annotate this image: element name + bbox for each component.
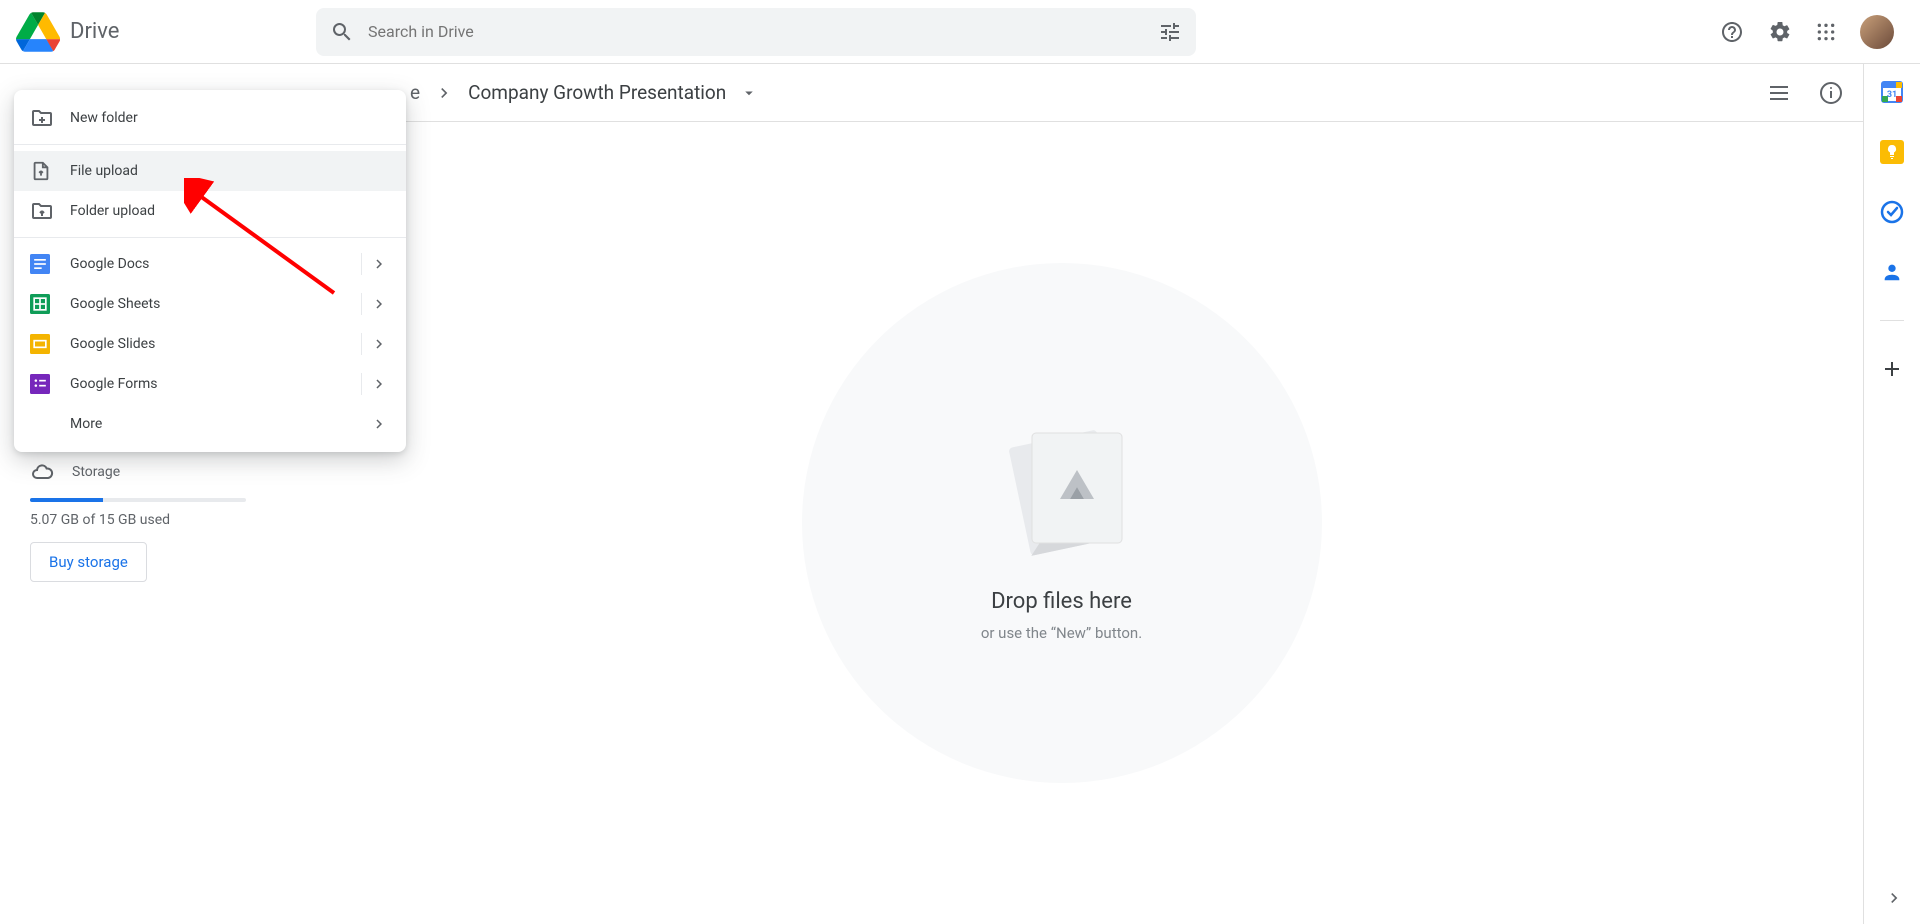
search-input[interactable] [368,22,1158,41]
folder-upload-icon [30,199,70,223]
apps-grid-icon[interactable] [1816,22,1836,42]
menu-google-sheets[interactable]: Google Sheets [14,284,406,324]
search-bar[interactable] [316,8,1196,56]
cloud-icon [30,460,54,484]
search-icon [330,20,354,44]
menu-label: Google Sheets [70,296,160,312]
menu-folder-upload[interactable]: Folder upload [14,191,406,231]
new-menu: New folder File upload Folder upload Goo… [14,90,406,452]
storage-used-text: 5.07 GB of 15 GB used [30,512,250,528]
chevron-right-icon [370,335,388,353]
google-docs-icon [30,254,70,274]
menu-label: More [70,416,102,432]
chevron-right-icon [370,415,388,433]
menu-google-forms[interactable]: Google Forms [14,364,406,404]
breadcrumb-dropdown-icon[interactable] [740,84,758,102]
drive-logo-icon [16,12,60,52]
menu-label: New folder [70,110,138,126]
tasks-app-icon[interactable] [1880,200,1904,224]
google-forms-icon [30,374,70,394]
sidebar-storage-row[interactable]: Storage [30,460,250,484]
menu-new-folder[interactable]: New folder [14,98,406,138]
chevron-right-icon [370,375,388,393]
new-folder-icon [30,106,70,130]
main-area: e Company Growth Presentation [260,64,1864,924]
side-panel-collapse-icon[interactable] [1884,888,1904,908]
details-info-icon[interactable] [1819,81,1843,105]
contacts-app-icon[interactable] [1880,260,1904,284]
file-upload-icon [30,160,70,182]
google-slides-icon [30,334,70,354]
header: Drive [0,0,1920,64]
menu-label: Google Forms [70,376,158,392]
keep-app-icon[interactable] [1880,140,1904,164]
menu-label: Google Docs [70,256,149,272]
svg-text:31: 31 [1887,90,1897,100]
app-name: Drive [70,19,119,44]
search-options-icon[interactable] [1158,20,1182,44]
empty-files-illustration-icon [982,405,1142,565]
calendar-app-icon[interactable]: 31 [1880,80,1904,104]
menu-google-docs[interactable]: Google Docs [14,244,406,284]
side-panel: 31 [1864,64,1920,924]
app-logo-block[interactable]: Drive [16,12,266,52]
breadcrumb: e Company Growth Presentation [410,81,758,104]
chevron-right-icon [370,255,388,273]
account-avatar[interactable] [1860,15,1894,49]
header-actions [1720,15,1894,49]
breadcrumb-truncated[interactable]: e [410,81,420,104]
storage-label: Storage [72,464,120,480]
help-icon[interactable] [1720,20,1744,44]
breadcrumb-current[interactable]: Company Growth Presentation [468,81,726,104]
google-sheets-icon [30,294,70,314]
empty-state-title: Drop files here [991,589,1132,614]
menu-more[interactable]: More [14,404,406,444]
settings-icon[interactable] [1768,20,1792,44]
empty-state-subtitle: or use the “New” button. [981,624,1142,642]
storage-progress-bar [30,498,246,502]
add-app-icon[interactable] [1880,357,1904,381]
buy-storage-button[interactable]: Buy storage [30,542,147,582]
view-list-icon[interactable] [1767,81,1791,105]
menu-google-slides[interactable]: Google Slides [14,324,406,364]
chevron-right-icon [370,295,388,313]
empty-state: Drop files here or use the “New” button. [802,263,1322,783]
chevron-right-icon [434,83,454,103]
menu-label: Folder upload [70,203,155,219]
menu-label: Google Slides [70,336,155,352]
menu-label: File upload [70,163,138,179]
menu-file-upload[interactable]: File upload [14,151,406,191]
